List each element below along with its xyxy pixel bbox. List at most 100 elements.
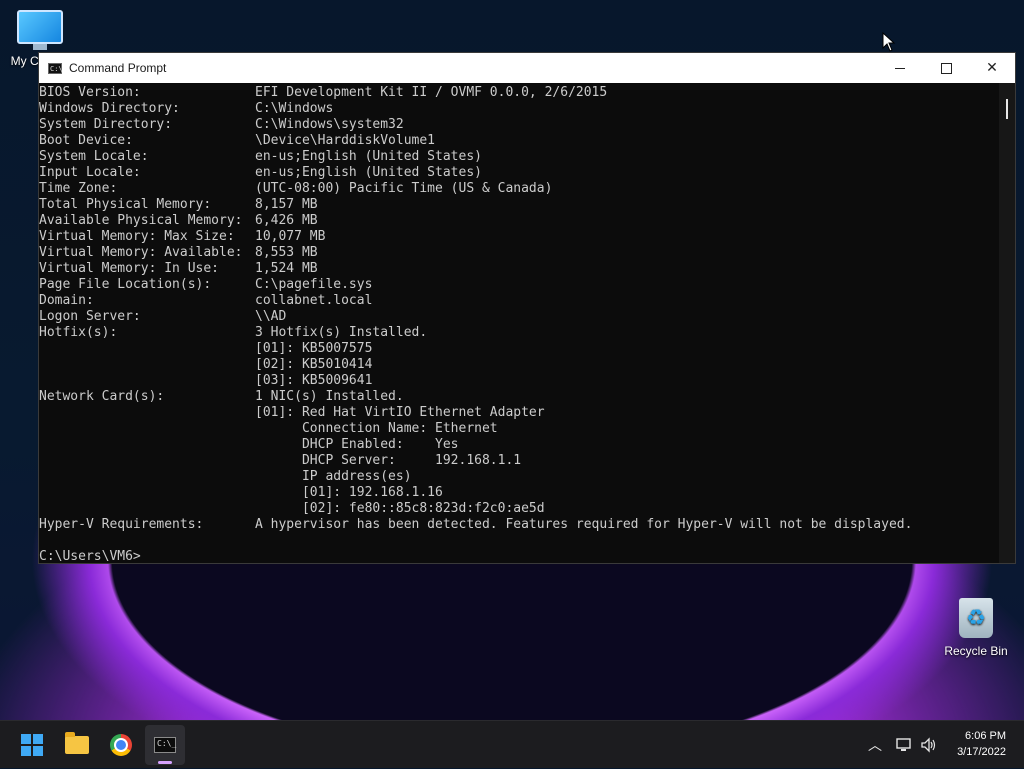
title-bar[interactable]: C:\ Command Prompt ✕ [39, 53, 1015, 83]
console-line-label: Virtual Memory: Available: [39, 245, 243, 260]
recycle-bin-icon: ♻ [959, 598, 993, 638]
console-line-value: (UTC-08:00) Pacific Time (US & Canada) [255, 181, 553, 196]
console-line: Hyper-V Requirements: A hypervisor has be… [39, 517, 999, 533]
console-line: Virtual Memory: Max Size: 10,077 MB [39, 229, 999, 245]
console-line-value: [02]: KB5010414 [255, 357, 373, 372]
console-line-value: en-us;English (United States) [255, 165, 482, 180]
console-line-value: C:\pagefile.sys [255, 277, 373, 292]
network-button[interactable] [895, 721, 913, 769]
console-line-value: 8,157 MB [255, 197, 318, 212]
console-line: Domain: collabnet.local [39, 293, 999, 309]
command-prompt-window[interactable]: C:\ Command Prompt ✕ BIOS Version: EFI De… [38, 52, 1016, 564]
console-line-label: Hyper-V Requirements: [39, 517, 204, 532]
chevron-up-icon: ︿ [868, 738, 882, 754]
console-line: BIOS Version: EFI Development Kit II / OV… [39, 85, 999, 101]
close-icon: ✕ [986, 60, 998, 76]
show-hidden-icons-button[interactable]: ︿ [868, 721, 882, 769]
console-line: [02]: KB5010414 [39, 357, 999, 373]
console-line-value: [01]: Red Hat VirtIO Ethernet Adapter [255, 405, 545, 420]
console-line: Logon Server: \\AD [39, 309, 999, 325]
console-line-label: Hotfix(s): [39, 325, 118, 340]
console-line: Available Physical Memory: 6,426 MB [39, 213, 999, 229]
console-line-value: [02]: fe80::85c8:823d:f2c0:ae5d [255, 501, 545, 516]
console-line: [01]: KB5007575 [39, 341, 999, 357]
console-line-value: Connection Name: Ethernet [255, 421, 498, 436]
console-line: Hotfix(s): 3 Hotfix(s) Installed. [39, 325, 999, 341]
start-button[interactable] [12, 725, 52, 765]
taskbar: C:\_ ︿ 6:06 PM 3/17/2022 [0, 720, 1024, 768]
console-line-label: Boot Device: [39, 133, 133, 148]
console-line-label: Total Physical Memory: [39, 197, 212, 212]
taskbar-chrome[interactable] [101, 725, 141, 765]
console-line: [03]: KB5009641 [39, 373, 999, 389]
console-line-label: Network Card(s): [39, 389, 165, 404]
console-line: [01]: 192.168.1.16 [39, 485, 999, 501]
console-line-label: Virtual Memory: Max Size: [39, 229, 235, 244]
console-line-label: System Locale: [39, 149, 149, 164]
minimize-button[interactable] [877, 53, 923, 83]
maximize-button[interactable] [923, 53, 969, 83]
command-prompt-icon: C:\_ [154, 737, 176, 753]
console-output[interactable]: BIOS Version: EFI Development Kit II / OV… [39, 83, 999, 563]
console-line-label: Domain: [39, 293, 94, 308]
console-line: Virtual Memory: Available: 8,553 MB [39, 245, 999, 261]
console-line: Total Physical Memory: 8,157 MB [39, 197, 999, 213]
console-line: Network Card(s): 1 NIC(s) Installed. [39, 389, 999, 405]
console-line-value: 1 NIC(s) Installed. [255, 389, 404, 404]
console-line-value: IP address(es) [255, 469, 412, 484]
console-line-value: [01]: KB5007575 [255, 341, 373, 356]
clock-date: 3/17/2022 [957, 746, 1006, 758]
desktop-icon-recycle-bin[interactable]: ♻ Recycle Bin [940, 598, 1012, 658]
console-line-value: 6,426 MB [255, 213, 318, 228]
console-line: Input Locale: en-us;English (United State… [39, 165, 999, 181]
console-line: Time Zone: (UTC-08:00) Pacific Time (US &… [39, 181, 999, 197]
chrome-icon [110, 734, 132, 756]
maximize-icon [940, 62, 952, 74]
console-line: [02]: fe80::85c8:823d:f2c0:ae5d [39, 501, 999, 517]
console-line: Page File Location(s): C:\pagefile.sys [39, 277, 999, 293]
console-line: [01]: Red Hat VirtIO Ethernet Adapter [39, 405, 999, 421]
file-explorer-icon [65, 732, 89, 754]
console-line: System Locale: en-us;English (United Stat… [39, 149, 999, 165]
window-title: Command Prompt [69, 61, 167, 75]
console-line-label: Windows Directory: [39, 101, 180, 116]
network-icon [896, 738, 911, 751]
console-line: DHCP Enabled: Yes [39, 437, 999, 453]
console-line: Boot Device: \Device\HarddiskVolume1 [39, 133, 999, 149]
console-line-value: C:\Windows\system32 [255, 117, 404, 132]
console-line-label: Logon Server: [39, 309, 141, 324]
console-line-value: DHCP Server: 192.168.1.1 [255, 453, 522, 468]
console-line-label: Page File Location(s): [39, 277, 212, 292]
mouse-cursor-icon [882, 32, 896, 52]
console-line-label: Input Locale: [39, 165, 141, 180]
close-button[interactable]: ✕ [969, 53, 1015, 83]
console-line-label: Virtual Memory: In Use: [39, 261, 220, 276]
monitor-icon [17, 10, 63, 44]
console-line-value: \Device\HarddiskVolume1 [255, 133, 436, 148]
console-line-value: 3 Hotfix(s) Installed. [255, 325, 428, 340]
console-line-value: [03]: KB5009641 [255, 373, 373, 388]
taskbar-file-explorer[interactable] [57, 725, 97, 765]
clock[interactable]: 6:06 PM 3/17/2022 [957, 728, 1006, 760]
volume-button[interactable] [920, 721, 938, 769]
vertical-scrollbar[interactable] [999, 83, 1015, 563]
console-line-value: [01]: 192.168.1.16 [255, 485, 443, 500]
command-prompt-line[interactable]: C:\Users\VM6> [39, 549, 999, 563]
taskbar-command-prompt[interactable]: C:\_ [145, 725, 185, 765]
console-line-value: 1,524 MB [255, 261, 318, 276]
scrollbar-thumb[interactable] [1006, 99, 1008, 119]
console-line-value: 10,077 MB [255, 229, 326, 244]
console-line-label: Time Zone: [39, 181, 118, 196]
console-line: Virtual Memory: In Use: 1,524 MB [39, 261, 999, 277]
console-line-value: 8,553 MB [255, 245, 318, 260]
running-indicator [158, 761, 172, 764]
console-line-value: EFI Development Kit II / OVMF 0.0.0, 2/6… [255, 85, 608, 100]
console-line: Windows Directory: C:\Windows [39, 101, 999, 117]
console-line-label: BIOS Version: [39, 85, 141, 100]
console-line-value: \\AD [255, 309, 287, 324]
minimize-icon [895, 67, 905, 69]
console-line: System Directory: C:\Windows\system32 [39, 117, 999, 133]
console-line-value: en-us;English (United States) [255, 149, 482, 164]
cmd-icon: C:\ [48, 62, 63, 74]
